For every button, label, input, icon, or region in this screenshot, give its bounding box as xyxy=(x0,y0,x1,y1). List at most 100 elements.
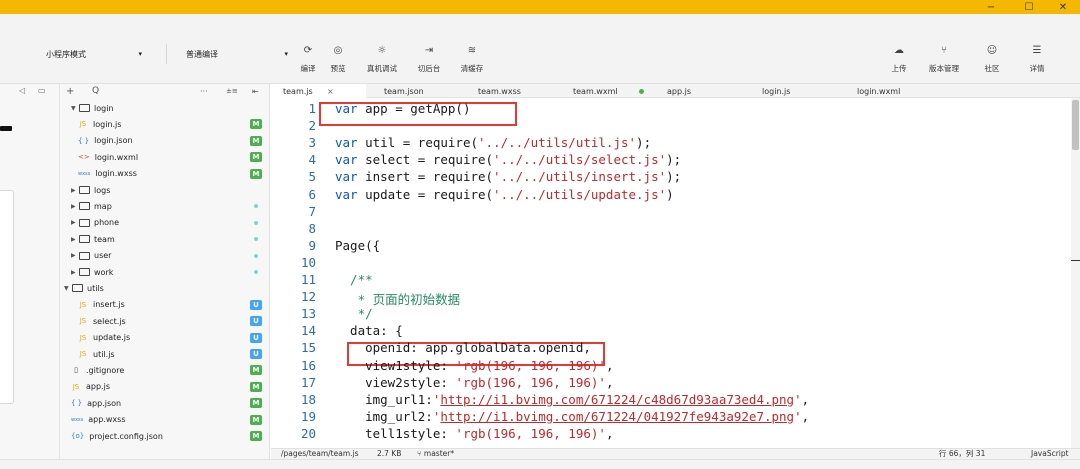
tab-team-wxml[interactable]: team.wxml xyxy=(561,84,651,98)
code-token: var xyxy=(335,169,366,185)
tree-item[interactable]: { } app.json M xyxy=(60,395,270,411)
caret-right-icon[interactable]: ▶ xyxy=(71,269,79,276)
tree-item[interactable]: <> login.wxml M xyxy=(60,149,270,165)
close-button[interactable]: ✕ xyxy=(1046,0,1080,14)
tab-team-json[interactable]: team.json xyxy=(372,84,462,98)
git-branch[interactable]: ⑂ master* xyxy=(417,449,454,459)
caret-right-icon[interactable]: ▶ xyxy=(71,236,79,243)
details-button[interactable]: ☰ 详情 xyxy=(1017,44,1057,80)
language-mode[interactable]: JavaScript xyxy=(1031,449,1069,459)
tab-login-js[interactable]: login.js xyxy=(750,84,840,98)
code-line[interactable]: var insert = require('../../utils/insert… xyxy=(335,169,681,184)
caret-right-icon[interactable]: ▶ xyxy=(71,219,79,226)
details-label: 详情 xyxy=(1029,64,1045,73)
clear-cache-button[interactable]: ≋ 清缓存 xyxy=(452,44,492,80)
code-line[interactable]: openid: app.globalData.openid, xyxy=(335,340,591,355)
tree-item-label: user xyxy=(94,251,112,261)
tree-item[interactable]: ▯ .gitignore M xyxy=(60,362,270,378)
add-icon[interactable]: + xyxy=(66,86,74,97)
code-token: , xyxy=(605,357,614,373)
tab-app-js[interactable]: app.js xyxy=(655,84,745,98)
code-line[interactable]: view2style: 'rgb(196, 196, 196)', xyxy=(335,375,613,390)
caret-down-icon[interactable]: ▼ xyxy=(64,285,72,292)
file-path: /pages/team/team.js xyxy=(281,449,359,458)
tree-item[interactable]: JS login.js M xyxy=(60,116,270,132)
tab-label: app.js xyxy=(667,86,691,96)
simulator-screen[interactable] xyxy=(0,190,14,404)
close-tab-icon[interactable]: × xyxy=(327,87,334,96)
caret-down-icon[interactable]: ▼ xyxy=(71,105,79,112)
community-button[interactable]: ☺ 社区 xyxy=(972,44,1012,80)
collapse-icon[interactable]: ⇤ xyxy=(252,87,259,96)
cursor-position[interactable]: 行 66，列 31 xyxy=(939,449,985,459)
code-line[interactable]: Page({ xyxy=(335,238,380,253)
minimize-button[interactable]: − xyxy=(974,0,1008,14)
tab-label: team.json xyxy=(384,86,424,96)
window-icon[interactable]: ▭ xyxy=(38,86,46,95)
tree-item[interactable]: ▶ logs xyxy=(60,182,270,198)
dock-left-icon[interactable]: ◁ xyxy=(19,86,25,95)
code-line[interactable]: var update = require('../../utils/update… xyxy=(335,187,674,202)
tree-item[interactable]: { } login.json M xyxy=(60,133,270,149)
editor-scrollbar[interactable] xyxy=(1071,98,1080,450)
tree-item[interactable]: JS app.js M xyxy=(60,379,270,395)
tree-item[interactable]: ▶ user xyxy=(60,248,270,264)
caret-right-icon[interactable]: ▶ xyxy=(71,187,79,194)
tree-item-label: select.js xyxy=(93,316,126,326)
code-line[interactable]: img_url2: 'http://i1.bvimg.com/671224/041… xyxy=(335,409,809,424)
wxss-file-icon: wxss xyxy=(78,170,91,177)
maximize-button[interactable]: ☐ xyxy=(1012,0,1046,14)
tree-item[interactable]: JS update.js U xyxy=(60,330,270,346)
compile-select[interactable]: 普通编译 ▾ xyxy=(186,45,288,63)
code-line[interactable]: img_url1: 'http://i1.bvimg.com/671224/c48… xyxy=(335,392,809,407)
code-line[interactable]: */ xyxy=(335,306,373,321)
tree-item[interactable]: ▼ utils xyxy=(60,280,270,296)
tree-item[interactable]: ▶ phone xyxy=(60,215,270,231)
tree-item[interactable]: JS select.js U xyxy=(60,313,270,329)
code-token: http://i1.bvimg.com/671224/c48d67d93aa73… xyxy=(440,391,795,407)
tree-item-label: logs xyxy=(94,185,111,195)
scrollbar-thumb[interactable] xyxy=(1072,100,1079,150)
code-token: '../../utils/update.js' xyxy=(493,186,667,202)
mode-select[interactable]: 小程序模式 ▾ xyxy=(46,45,142,63)
tab-team-wxss[interactable]: team.wxss xyxy=(466,84,556,98)
tree-item[interactable]: ▶ team xyxy=(60,231,270,247)
code-line[interactable]: view1style: 'rgb(196, 196, 196)', xyxy=(335,358,613,373)
more-icon[interactable]: ··· xyxy=(200,87,208,96)
sort-icon[interactable]: ±≡ xyxy=(226,87,238,95)
code-token: insert = require( xyxy=(365,169,494,185)
tree-item[interactable]: wxss app.wxss M xyxy=(60,412,270,428)
tree-item[interactable]: ▶ map xyxy=(60,198,270,214)
line-number: 1 xyxy=(308,101,316,116)
modified-badge: M xyxy=(250,381,262,392)
real-device-debug-button[interactable]: ☼ 真机调试 xyxy=(362,44,402,80)
tab-team-js[interactable]: team.js × xyxy=(271,84,366,98)
tree-item[interactable]: JS util.js U xyxy=(60,346,270,362)
code-line[interactable]: tell1style: 'rgb(196, 196, 196)', xyxy=(335,426,613,441)
upload-button[interactable]: ☁ 上传 xyxy=(879,44,919,80)
code-line[interactable]: /** xyxy=(335,272,373,287)
tab-login-wxml[interactable]: login.wxml xyxy=(845,84,935,98)
search-icon[interactable]: Q xyxy=(92,86,99,96)
background-button[interactable]: ⇥ 切后台 xyxy=(409,44,449,80)
tree-item[interactable]: JS insert.js U xyxy=(60,297,270,313)
tree-item[interactable]: ▶ work xyxy=(60,264,270,280)
line-number: 18 xyxy=(300,391,316,407)
caret-right-icon[interactable]: ▶ xyxy=(71,203,79,210)
code-line[interactable]: var app = getApp() xyxy=(335,101,470,116)
code-line[interactable]: data: { xyxy=(335,323,403,338)
line-number: 9 xyxy=(308,237,316,253)
tree-item[interactable]: {o} project.config.json M xyxy=(60,428,270,444)
tree-item-label: app.json xyxy=(87,398,122,408)
caret-right-icon[interactable]: ▶ xyxy=(71,252,79,259)
tree-item-label: insert.js xyxy=(93,300,125,310)
preview-button[interactable]: ◎ 预览 xyxy=(318,44,358,80)
version-control-button[interactable]: ⑂ 版本管理 xyxy=(924,44,964,80)
tree-item[interactable]: ▼ login xyxy=(60,100,270,116)
code-line[interactable]: var select = require('../../utils/select… xyxy=(335,152,681,167)
tab-label: team.wxml xyxy=(573,86,618,96)
tree-item[interactable]: wxss login.wxss M xyxy=(60,166,270,182)
code-editor[interactable]: 1 var app = getApp() 2 3 var util = require(… xyxy=(271,98,1071,450)
tree-item-label: login xyxy=(94,103,114,113)
code-line[interactable]: var util = require('../../utils/util.js'… xyxy=(335,135,651,150)
